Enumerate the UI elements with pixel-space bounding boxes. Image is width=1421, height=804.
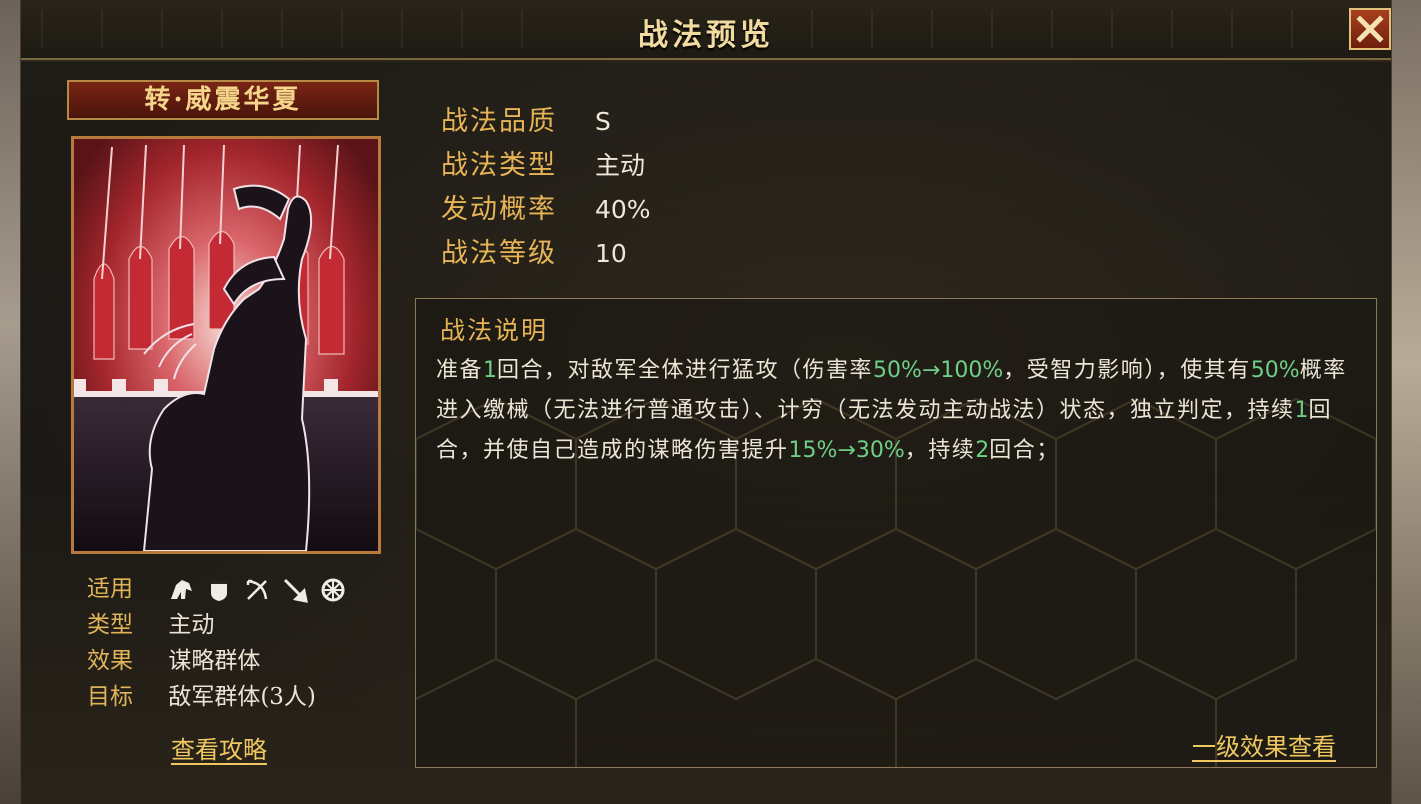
stat-value: S (595, 107, 611, 136)
shield-icon (206, 577, 232, 603)
highlight-value: 50% (1250, 358, 1300, 383)
attr-key: 适用 (87, 576, 133, 602)
description-segment: ，受智力影响），使其有 (1003, 358, 1251, 383)
stat-row-trigger-rate: 发动概率 40% (441, 188, 651, 232)
attr-row-effect: 效果 谋略群体 (87, 646, 260, 676)
skill-stats: 战法品质 S 战法类型 主动 发动概率 40% 战法等级 10 (441, 100, 651, 276)
stat-value: 10 (595, 239, 627, 268)
highlight-value: 15%→30% (788, 438, 905, 463)
close-button[interactable] (1349, 8, 1391, 50)
description-segment: ，持续 (904, 438, 976, 463)
skill-name: 转·威震华夏 (67, 80, 379, 120)
attr-row-target: 目标 敌军群体(3人) (87, 682, 316, 712)
attr-value: 谋略群体 (168, 648, 261, 674)
background-left (0, 0, 22, 804)
spear-icon (282, 577, 309, 603)
description-segment: 回合； (989, 438, 1060, 463)
level-one-effect-link[interactable]: 一级效果查看 (1192, 727, 1336, 762)
close-icon (1356, 15, 1384, 43)
dialog-title: 战法预览 (638, 18, 774, 53)
stat-row-level: 战法等级 10 (441, 232, 651, 276)
description-segment: 准备 (436, 358, 484, 383)
stat-key: 战法品质 (441, 106, 557, 137)
attr-key: 目标 (87, 684, 133, 710)
attr-row-type: 类型 主动 (87, 610, 214, 640)
title-bar: 战法预览 (21, 0, 1391, 60)
stat-key: 发动概率 (441, 194, 557, 225)
stat-value: 主动 (595, 151, 646, 180)
skill-description-box: 战法说明 准备1回合，对敌军全体进行猛攻（伤害率50%→100%，受智力影响），… (415, 298, 1377, 768)
description-text: 准备1回合，对敌军全体进行猛攻（伤害率50%→100%，受智力影响），使其有50… (436, 351, 1356, 471)
highlight-value: 1 (483, 358, 498, 383)
description-title: 战法说明 (440, 316, 549, 345)
background-right (1389, 0, 1421, 804)
view-guide-link[interactable]: 查看攻略 (171, 730, 267, 765)
attr-key: 类型 (87, 612, 133, 638)
attr-value: 主动 (168, 612, 215, 638)
skill-card-art (71, 136, 381, 554)
stat-value: 40% (595, 195, 651, 224)
stat-row-type: 战法类型 主动 (441, 144, 651, 188)
attr-key: 效果 (87, 648, 133, 674)
attr-value: 敌军群体(3人) (168, 684, 316, 710)
highlight-value: 50%→100% (873, 358, 1004, 383)
skill-illustration (74, 139, 378, 551)
stat-row-quality: 战法品质 S (441, 100, 651, 144)
wheel-icon (320, 577, 346, 603)
description-segment: 回合，对敌军全体进行猛攻（伤害率 (497, 358, 874, 383)
highlight-value: 1 (1294, 398, 1309, 423)
unit-type-icons (168, 577, 346, 603)
attr-row-applicable: 适用 (87, 574, 346, 604)
skill-preview-dialog: 战法预览 转·威震华夏 适用 类型 主动 效果 谋略群体 目标 敌军群体(3人)… (20, 0, 1392, 804)
stat-key: 战法类型 (441, 150, 557, 181)
cavalry-icon (168, 577, 194, 603)
bow-icon (244, 577, 270, 603)
stat-key: 战法等级 (441, 238, 557, 269)
highlight-value: 2 (975, 438, 990, 463)
